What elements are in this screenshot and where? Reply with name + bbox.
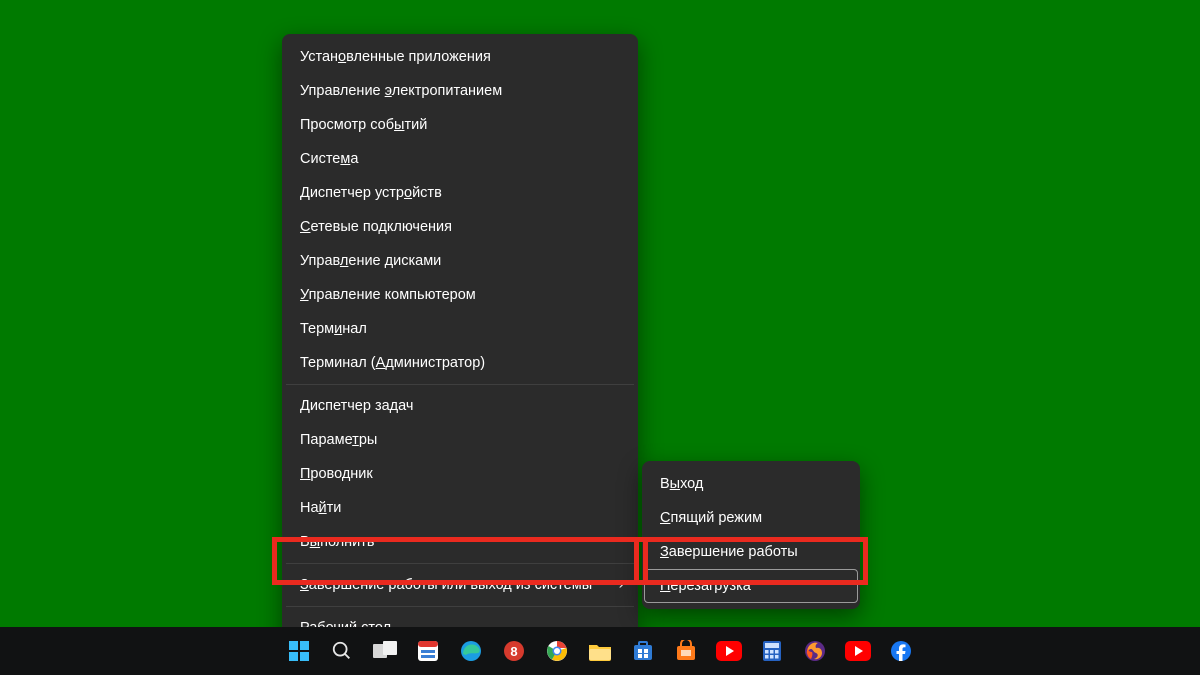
menu-item[interactable]: Терминал xyxy=(284,312,636,346)
menu-separator xyxy=(286,606,634,607)
menu-item[interactable]: Параметры xyxy=(284,423,636,457)
menu-separator xyxy=(286,563,634,564)
taskbar-snip[interactable] xyxy=(411,634,445,668)
taskbar-start[interactable] xyxy=(282,634,316,668)
taskbar-calc[interactable] xyxy=(755,634,789,668)
taskbar-app-shop[interactable] xyxy=(669,634,703,668)
taskbar-firefox[interactable] xyxy=(798,634,832,668)
svg-text:8: 8 xyxy=(510,644,517,659)
submenu-item[interactable]: Выход xyxy=(644,467,858,501)
menu-separator xyxy=(286,384,634,385)
menu-item[interactable]: Просмотр событий xyxy=(284,108,636,142)
taskbar-explorer[interactable] xyxy=(583,634,617,668)
submenu-item[interactable]: Завершение работы xyxy=(644,535,858,569)
shutdown-submenu: ВыходСпящий режимЗавершение работыПереза… xyxy=(642,461,860,609)
menu-item[interactable]: Управление дисками xyxy=(284,244,636,278)
submenu-item[interactable]: Спящий режим xyxy=(644,501,858,535)
menu-item[interactable]: Диспетчер задач xyxy=(284,389,636,423)
taskbar-edge[interactable] xyxy=(454,634,488,668)
taskbar-store[interactable] xyxy=(626,634,660,668)
menu-item[interactable]: Завершение работы или выход из системы xyxy=(284,568,636,602)
menu-item[interactable]: Система xyxy=(284,142,636,176)
taskbar-facebook[interactable] xyxy=(884,634,918,668)
taskbar-app-red[interactable]: 8 xyxy=(497,634,531,668)
menu-item[interactable]: Установленные приложения xyxy=(284,40,636,74)
taskbar-taskview[interactable] xyxy=(368,634,402,668)
taskbar-youtube2[interactable] xyxy=(841,634,875,668)
taskbar-youtube1[interactable] xyxy=(712,634,746,668)
submenu-item[interactable]: Перезагрузка xyxy=(644,569,858,603)
winx-context-menu: Установленные приложенияУправление элект… xyxy=(282,34,638,651)
menu-item[interactable]: Сетевые подключения xyxy=(284,210,636,244)
menu-item[interactable]: Найти xyxy=(284,491,636,525)
menu-item[interactable]: Проводник xyxy=(284,457,636,491)
taskbar-chrome[interactable] xyxy=(540,634,574,668)
menu-item[interactable]: Диспетчер устройств xyxy=(284,176,636,210)
menu-item[interactable]: Выполнить xyxy=(284,525,636,559)
menu-item[interactable]: Терминал (Администратор) xyxy=(284,346,636,380)
taskbar: 8 xyxy=(0,627,1200,675)
taskbar-search[interactable] xyxy=(325,634,359,668)
menu-item[interactable]: Управление электропитанием xyxy=(284,74,636,108)
menu-item[interactable]: Управление компьютером xyxy=(284,278,636,312)
